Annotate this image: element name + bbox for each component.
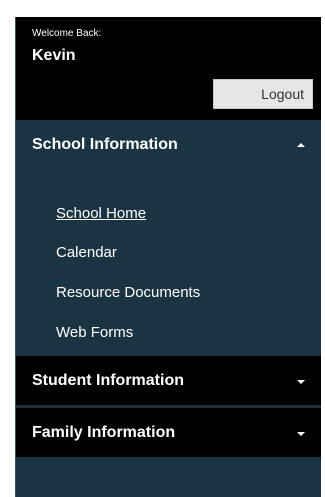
submenu-item-school-home[interactable]: School Home (56, 205, 146, 222)
chevron-down-icon (297, 431, 305, 436)
section-school-information[interactable]: School Information (16, 120, 321, 170)
app-frame: Welcome Back: Kevin Logout School Inform… (0, 0, 325, 497)
section-school-information-label: School Information (32, 136, 178, 153)
section-student-information-label: Student Information (32, 371, 184, 389)
section-student-information[interactable]: Student Information (16, 355, 321, 405)
logout-button[interactable]: Logout (213, 79, 313, 109)
submenu-item-web-forms[interactable]: Web Forms (56, 324, 133, 341)
section-family-information-label: Family Information (32, 423, 176, 441)
user-name: Kevin (32, 47, 76, 64)
chevron-down-icon (297, 379, 305, 384)
welcome-block: Welcome Back: Kevin Logout (16, 17, 321, 122)
sidebar-panel: Welcome Back: Kevin Logout School Inform… (15, 17, 321, 497)
chevron-up-icon (297, 143, 305, 147)
sidebar-bottom-area (16, 459, 321, 497)
submenu-item-resource-documents[interactable]: Resource Documents (56, 284, 200, 301)
school-submenu: School Home Calendar Resource Documents … (16, 170, 321, 353)
welcome-greeting: Welcome Back: (32, 28, 102, 39)
section-family-information[interactable]: Family Information (16, 407, 321, 457)
submenu-item-calendar[interactable]: Calendar (56, 244, 117, 261)
